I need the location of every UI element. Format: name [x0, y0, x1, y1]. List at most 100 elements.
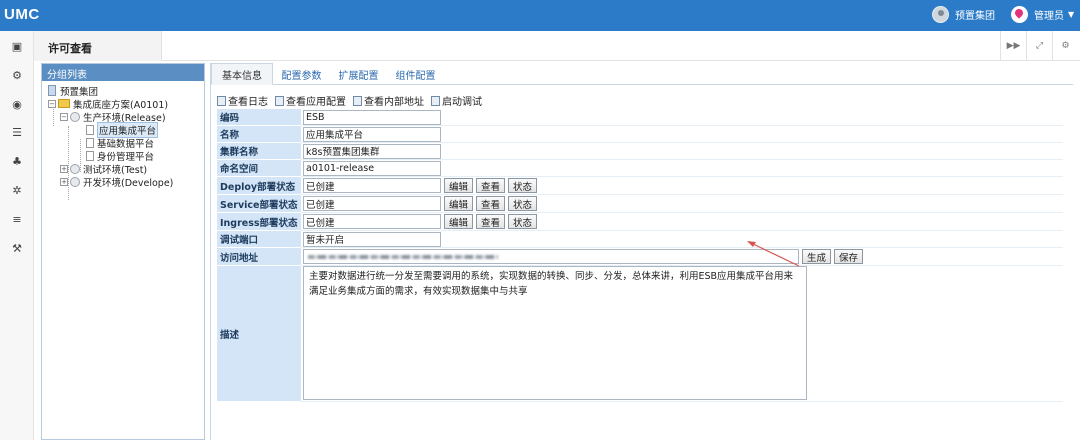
top-bar: UMC 预置集团 管理员 ▼ — [0, 0, 1080, 31]
namespace-label: 命名空间 — [217, 160, 301, 177]
service-edit-button[interactable]: 编辑 — [444, 196, 474, 211]
tab-license-view[interactable]: 许可查看 — [34, 31, 162, 61]
collapse-icon[interactable]: − — [60, 112, 68, 121]
rail-wrench-icon[interactable]: ⚒ — [0, 237, 34, 259]
rail-settings-icon[interactable]: ✲ — [0, 179, 34, 201]
tree-item-group[interactable]: 预置集团 — [48, 84, 98, 98]
description-label: 描述 — [217, 266, 301, 402]
redacted-url — [308, 254, 498, 259]
ingress-edit-button[interactable]: 编辑 — [444, 214, 474, 229]
start-debug-button[interactable]: 启动调试 — [431, 93, 482, 108]
form-row-deploy: Deploy部署状态 已创建 编辑 查看 状态 — [217, 177, 1063, 195]
rail-sitemap-icon[interactable]: ♣ — [0, 150, 34, 172]
form-row-name: 名称 应用集成平台 — [217, 126, 1063, 143]
code-label: 编码 — [217, 109, 301, 126]
user-menu[interactable]: 管理员 ▼ — [1011, 6, 1074, 23]
tab-config-params[interactable]: 配置参数 — [273, 63, 330, 85]
form-row-debug-port: 调试端口 暂未开启 — [217, 231, 1063, 248]
location-pin-icon — [1011, 6, 1028, 23]
group-list-panel: 分组列表 预置集团 − 集成底座方案(A0101) − 生产环境(Release… — [41, 63, 205, 440]
forward-icon[interactable]: ▶▶ — [1000, 31, 1026, 61]
collapse-icon[interactable]: − — [48, 99, 56, 108]
fullscreen-icon[interactable]: ⤢ — [1026, 31, 1052, 61]
gear-icon[interactable]: ⚙ — [1052, 31, 1078, 61]
side-rail: ▣ ⚙ ◉ ☰ ♣ ✲ ≡ ⚒ — [0, 31, 34, 440]
deploy-view-button[interactable]: 查看 — [476, 178, 506, 193]
form-row-description: 描述 主要对数据进行统一分发至需要调用的系统，实现数据的转换、同步、分发，总体来… — [217, 266, 1063, 402]
name-label: 名称 — [217, 126, 301, 143]
rail-list-icon[interactable]: ☰ — [0, 121, 34, 143]
globe-icon — [70, 176, 80, 187]
tab-extended-config[interactable]: 扩展配置 — [330, 63, 387, 85]
ingress-label: Ingress部署状态 — [217, 213, 301, 231]
namespace-field[interactable]: a0101-release — [303, 160, 441, 176]
log-icon — [217, 95, 226, 106]
detail-tabs: 基本信息 配置参数 扩展配置 组件配置 — [211, 63, 1073, 85]
detail-toolbar: 查看日志 查看应用配置 查看内部地址 启动调试 — [217, 93, 489, 108]
ingress-status-field[interactable]: 已创建 — [303, 214, 441, 229]
page-icon — [86, 124, 94, 135]
save-button[interactable]: 保存 — [834, 249, 864, 264]
tree-item-mdm[interactable]: 基础数据平台 — [86, 136, 154, 150]
annotation-arrow-icon — [747, 241, 800, 267]
caret-down-icon: ▼ — [1068, 10, 1075, 19]
view-app-config-button[interactable]: 查看应用配置 — [275, 93, 346, 108]
rail-eye-icon[interactable]: ◉ — [0, 93, 34, 115]
service-label: Service部署状态 — [217, 195, 301, 213]
folder-icon — [58, 99, 70, 108]
debug-port-field[interactable]: 暂未开启 — [303, 231, 441, 247]
service-status-field[interactable]: 已创建 — [303, 196, 441, 211]
service-view-button[interactable]: 查看 — [476, 196, 506, 211]
expand-icon[interactable]: + — [60, 164, 68, 173]
form-row-namespace: 命名空间 a0101-release — [217, 160, 1063, 177]
tab-component-config[interactable]: 组件配置 — [387, 63, 444, 85]
detail-panel: 基本信息 配置参数 扩展配置 组件配置 查看日志 查看应用配置 查看内部地址 启… — [210, 63, 1073, 440]
group-switcher[interactable]: 预置集团 — [932, 6, 995, 23]
page-icon — [86, 137, 94, 148]
deploy-status-button[interactable]: 状态 — [508, 178, 538, 193]
user-label: 管理员 — [1034, 11, 1064, 22]
code-field[interactable]: ESB — [303, 109, 441, 125]
tree-item-test[interactable]: + 测试环境(Test) — [60, 162, 147, 176]
form-row-service: Service部署状态 已创建 编辑 查看 状态 — [217, 195, 1063, 213]
expand-icon[interactable]: + — [60, 177, 68, 186]
form-row-ingress: Ingress部署状态 已创建 编辑 查看 状态 — [217, 213, 1063, 231]
group-list-title: 分组列表 — [42, 64, 204, 81]
config-icon — [275, 95, 284, 106]
group-label: 预置集团 — [955, 11, 995, 22]
description-textarea[interactable]: 主要对数据进行统一分发至需要调用的系统，实现数据的转换、同步、分发，总体来讲，利… — [303, 266, 807, 400]
name-field[interactable]: 应用集成平台 — [303, 126, 441, 142]
tab-basic-info[interactable]: 基本信息 — [211, 63, 273, 85]
ingress-status-button[interactable]: 状态 — [508, 214, 538, 229]
rail-layout-icon[interactable]: ▣ — [0, 35, 34, 57]
view-log-button[interactable]: 查看日志 — [217, 93, 268, 108]
view-internal-address-button[interactable]: 查看内部地址 — [353, 93, 424, 108]
cluster-label: 集群名称 — [217, 143, 301, 160]
form-row-cluster: 集群名称 k8s预置集团集群 — [217, 143, 1063, 160]
deploy-label: Deploy部署状态 — [217, 177, 301, 195]
tree-item-develop[interactable]: + 开发环境(Develope) — [60, 175, 173, 189]
tab-strip: 许可查看 ▶▶ ⤢ ⚙ — [34, 31, 1080, 61]
cluster-field[interactable]: k8s预置集团集群 — [303, 143, 441, 159]
form-row-access: 访问地址 生成 保存 — [217, 248, 1063, 266]
app-title: UMC — [4, 6, 40, 23]
address-icon — [353, 95, 362, 106]
server-icon — [48, 85, 56, 96]
debug-icon — [431, 95, 440, 106]
debug-port-label: 调试端口 — [217, 231, 301, 248]
generate-button[interactable]: 生成 — [802, 249, 832, 264]
access-url-field[interactable] — [303, 249, 799, 264]
deploy-edit-button[interactable]: 编辑 — [444, 178, 474, 193]
deploy-status-field[interactable]: 已创建 — [303, 178, 441, 193]
rail-gears-icon[interactable]: ⚙ — [0, 64, 34, 86]
tree-item-esb[interactable]: 应用集成平台 — [86, 121, 159, 138]
access-label: 访问地址 — [217, 248, 301, 266]
ingress-view-button[interactable]: 查看 — [476, 214, 506, 229]
globe-icon — [70, 111, 80, 122]
globe-icon — [70, 163, 80, 174]
rail-menu-icon[interactable]: ≡ — [0, 208, 34, 230]
service-status-button[interactable]: 状态 — [508, 196, 538, 211]
tree-item-solution[interactable]: − 集成底座方案(A0101) — [48, 97, 168, 111]
form-row-code: 编码 ESB — [217, 109, 1063, 126]
tree-item-iam[interactable]: 身份管理平台 — [86, 149, 154, 163]
